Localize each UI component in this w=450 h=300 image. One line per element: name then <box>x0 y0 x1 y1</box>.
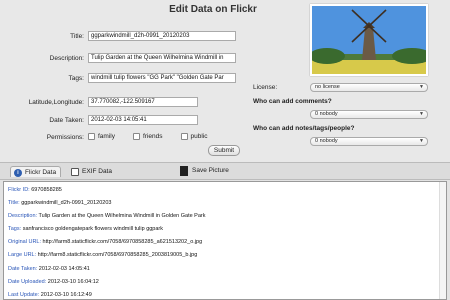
detail-key: Title: <box>8 200 20 206</box>
detail-value: ggparkwindmill_d2h-0991_20120203 <box>21 200 112 206</box>
family-label: family <box>98 133 115 140</box>
detail-row: Date Uploaded: 2012-03-10 16:04:12 <box>8 279 99 285</box>
detail-key: Tags: <box>8 226 22 232</box>
comments-value: 0 nobody <box>315 111 338 117</box>
detail-row: Last Update: 2012-03-10 16:12:49 <box>8 292 92 298</box>
tab-flickr-data[interactable]: i Flickr Data <box>10 166 62 177</box>
detail-key: Date Taken: <box>8 266 38 272</box>
tags-input[interactable]: windmill tulip flowers "GG Park" "Golden… <box>88 73 236 83</box>
detail-key: Large URL: <box>8 252 37 258</box>
document-icon <box>71 168 79 176</box>
edit-form-area: Edit Data on Flickr Title: ggparkwindmil… <box>0 0 450 162</box>
detail-key: Date Uploaded: <box>8 279 47 285</box>
detail-value: 2012-02-03 14:05:41 <box>38 266 90 272</box>
friends-checkbox[interactable] <box>132 133 140 140</box>
detail-row: Title: ggparkwindmill_d2h-0991_20120203 <box>8 200 111 206</box>
detail-row: Original URL: http://farm8.staticflickr.… <box>8 239 202 245</box>
detail-value: http://farm8.staticflickr.com/7058/69708… <box>42 239 203 245</box>
tags-label: Tags: <box>68 75 84 82</box>
description-input[interactable]: Tulip Garden at the Queen Wilhelmina Win… <box>88 53 236 63</box>
title-input[interactable]: ggparkwindmill_d2h-0991_20120203 <box>88 31 236 41</box>
friends-label: friends <box>142 133 163 140</box>
detail-value: Tulip Garden at the Queen Wilhelmina Win… <box>38 213 206 219</box>
info-icon: i <box>14 169 22 177</box>
detail-row: Flickr ID: 6970858285 <box>8 187 62 193</box>
public-checkbox[interactable] <box>180 133 188 140</box>
page-title: Edit Data on Flickr <box>169 4 257 15</box>
detail-row: Description: Tulip Garden at the Queen W… <box>8 213 206 219</box>
save-icon <box>180 166 188 176</box>
date-taken-input[interactable]: 2012-02-03 14:05:41 <box>88 115 198 125</box>
detail-value: 6970858285 <box>31 187 62 193</box>
detail-key: Last Update: <box>8 292 40 298</box>
notes-select[interactable]: 0 nobody ▼ <box>310 137 428 146</box>
chevron-down-icon: ▼ <box>419 111 424 117</box>
detail-value: 2012-03-10 16:12:49 <box>40 292 92 298</box>
detail-key: Original URL: <box>8 239 42 245</box>
detail-value: http://farm8.staticflickr.com/7058/69708… <box>37 252 198 258</box>
latlong-input[interactable]: 37.770082,-122.509167 <box>88 97 198 107</box>
detail-key: Description: <box>8 213 38 219</box>
comments-label: Who can add comments? <box>253 98 332 105</box>
detail-row: Tags: sanfrancisco goldengatepark flower… <box>8 226 163 232</box>
save-picture-button[interactable]: Save Picture <box>178 166 229 176</box>
notes-value: 0 nobody <box>315 138 338 144</box>
latlong-label: Latitude,Longitude: <box>28 99 84 106</box>
tab-flickr-label: Flickr Data <box>25 169 57 176</box>
permissions-group: family friends public <box>88 133 221 140</box>
tab-exif-label: EXIF Data <box>82 168 112 175</box>
chevron-down-icon: ▼ <box>419 84 424 90</box>
detail-key: Flickr ID: <box>8 187 30 193</box>
detail-row: Date Taken: 2012-02-03 14:05:41 <box>8 266 90 272</box>
description-label: Description: <box>49 55 84 62</box>
permissions-label: Permissions: <box>46 134 84 141</box>
tab-exif-data[interactable]: EXIF Data <box>68 166 116 177</box>
notes-label: Who can add notes/tags/people? <box>253 125 355 132</box>
submit-button[interactable]: Submit <box>208 145 240 156</box>
flickr-data-panel: Flickr ID: 6970858285 Title: ggparkwindm… <box>3 181 447 300</box>
chevron-down-icon: ▼ <box>419 138 424 144</box>
detail-value: 2012-03-10 16:04:12 <box>47 279 99 285</box>
public-label: public <box>190 133 208 140</box>
license-label: License: <box>253 84 278 91</box>
license-value: no license <box>315 84 340 90</box>
detail-row: Large URL: http://farm8.staticflickr.com… <box>8 252 197 258</box>
license-select[interactable]: no license ▼ <box>310 83 428 92</box>
date-taken-label: Date Taken: <box>49 117 84 124</box>
title-label: Title: <box>70 33 84 40</box>
detail-value: sanfrancisco goldengatepark flowers wind… <box>22 226 164 232</box>
save-picture-label: Save Picture <box>192 167 229 174</box>
family-checkbox[interactable] <box>88 133 95 140</box>
comments-select[interactable]: 0 nobody ▼ <box>310 110 428 119</box>
photo-thumbnail <box>310 4 428 76</box>
scrollbar[interactable] <box>439 182 446 299</box>
